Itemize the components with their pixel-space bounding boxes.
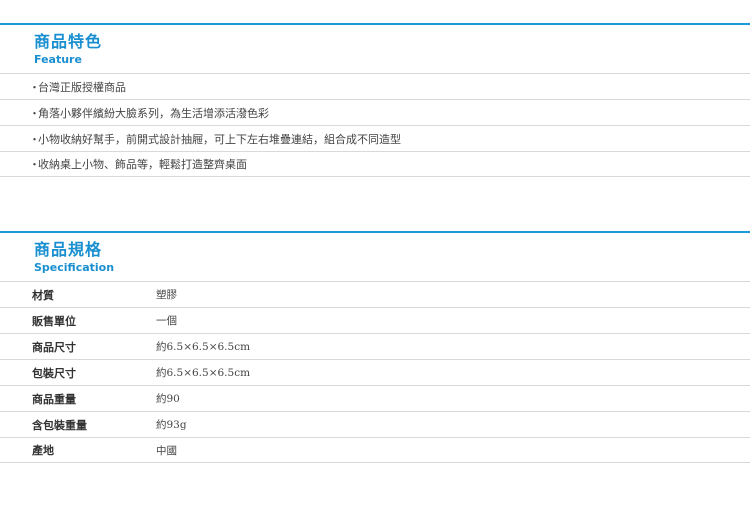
feature-section: 商品特色 Feature ・ 台灣正版授權商品 ・ 角落小夥伴繽紛大臉系列，為生… [0,23,750,177]
spec-value: 塑膠 [156,289,177,301]
spec-value: 一個 [156,315,177,327]
list-item: ・ 小物收納好幫手，前開式設計抽屜，可上下左右堆疊連結，組合成不同造型 [0,125,750,151]
spec-value: 約90 [156,393,180,405]
bullet: ・ [29,132,40,146]
list-item: ・ 收納桌上小物、飾品等，輕鬆打造整齊桌面 [0,151,750,177]
spec-title: 商品規格 [34,240,103,259]
table-row: 材質 塑膠 [0,281,750,307]
bullet: ・ [29,80,40,94]
table-row: 含包裝重量 約93g [0,411,750,437]
spec-key: 含包裝重量 [32,418,87,432]
feature-list: ・ 台灣正版授權商品 ・ 角落小夥伴繽紛大臉系列，為生活增添活潑色彩 ・ 小物收… [0,73,750,177]
spec-key: 商品重量 [32,392,76,406]
spec-value: 約6.5×6.5×6.5cm [156,367,251,379]
list-item: ・ 台灣正版授權商品 [0,73,750,99]
bullet: ・ [29,158,40,171]
spec-key: 商品尺寸 [32,340,76,354]
table-row: 產地 中國 [0,437,750,463]
list-item: ・ 角落小夥伴繽紛大臉系列，為生活增添活潑色彩 [0,99,750,125]
feature-subtitle: Feature [34,53,82,66]
feature-text: 小物收納好幫手，前開式設計抽屜，可上下左右堆疊連結，組合成不同造型 [38,132,401,146]
spec-header: 商品規格 Specification [0,233,750,281]
spec-key: 材質 [32,288,54,302]
spec-key: 包裝尺寸 [32,366,76,380]
bullet: ・ [29,106,40,120]
table-row: 包裝尺寸 約6.5×6.5×6.5cm [0,359,750,385]
spec-subtitle: Specification [34,261,115,274]
spec-table: 材質 塑膠 販售單位 一個 商品尺寸 約6.5×6.5×6.5cm 包裝尺寸 約… [0,281,750,463]
feature-header: 商品特色 Feature [0,25,750,73]
spec-section: 商品規格 Specification 材質 塑膠 販售單位 一個 商品尺寸 約6… [0,231,750,463]
table-row: 販售單位 一個 [0,307,750,333]
feature-text: 角落小夥伴繽紛大臉系列，為生活增添活潑色彩 [38,106,269,120]
spec-value: 中國 [156,444,177,457]
table-row: 商品尺寸 約6.5×6.5×6.5cm [0,333,750,359]
feature-text: 收納桌上小物、飾品等，輕鬆打造整齊桌面 [38,158,247,171]
feature-text: 台灣正版授權商品 [38,80,126,94]
spec-key: 販售單位 [32,314,76,328]
spec-key: 產地 [32,444,54,457]
feature-title: 商品特色 [34,32,103,51]
table-row: 商品重量 約90 [0,385,750,411]
spec-value: 約6.5×6.5×6.5cm [156,341,251,353]
spec-value: 約93g [156,419,187,431]
